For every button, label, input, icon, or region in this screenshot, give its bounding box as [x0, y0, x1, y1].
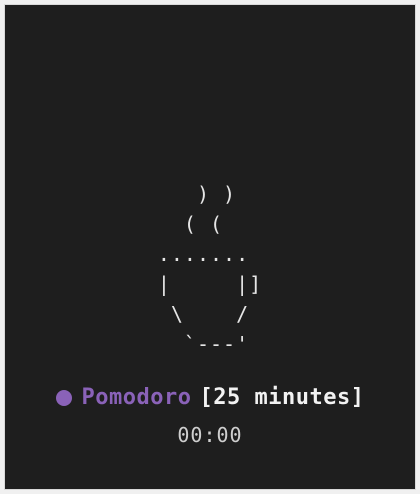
status-dot-icon: [55, 389, 72, 406]
terminal-window: ) ) ( ( ....... | |] \ / `---' Pomodoro …: [4, 4, 416, 490]
countdown-timer: 00:00: [177, 423, 243, 447]
mode-label: Pomodoro: [81, 385, 192, 410]
duration-label: [25 minutes]: [199, 385, 365, 410]
pomodoro-status-line: Pomodoro [25 minutes]: [5, 385, 415, 410]
terminal-body: ) ) ( ( ....... | |] \ / `---' Pomodoro …: [5, 5, 415, 489]
coffee-cup-ascii-art: ) ) ( ( ....... | |] \ / `---': [157, 182, 263, 356]
coffee-art-container: ) ) ( ( ....... | |] \ / `---': [5, 179, 415, 359]
